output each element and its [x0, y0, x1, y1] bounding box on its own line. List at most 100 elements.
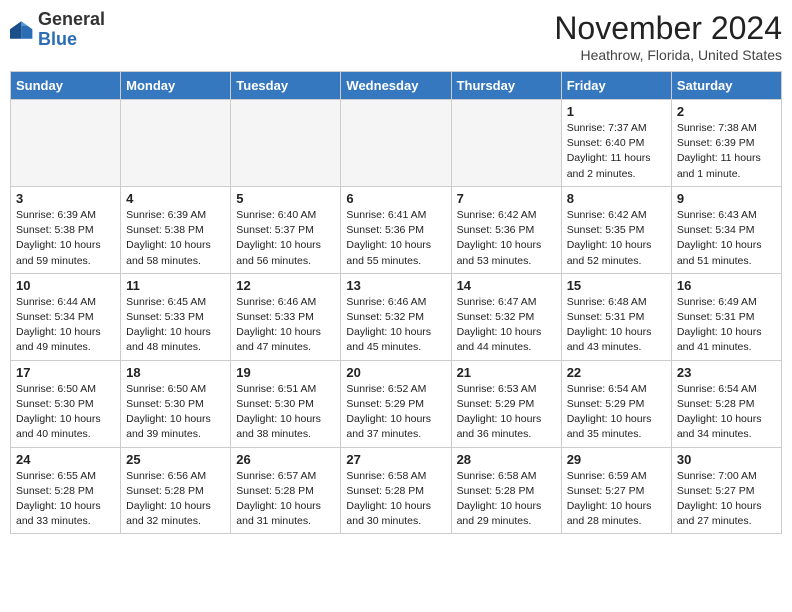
day-number: 29	[567, 452, 666, 467]
sunset: Sunset: 5:32 PM	[346, 311, 424, 323]
sunrise: Sunrise: 6:49 AM	[677, 296, 757, 308]
calendar-day: 10Sunrise: 6:44 AMSunset: 5:34 PMDayligh…	[11, 273, 121, 360]
day-number: 10	[16, 278, 115, 293]
sunset: Sunset: 5:27 PM	[677, 485, 755, 497]
sunset: Sunset: 5:33 PM	[236, 311, 314, 323]
sunset: Sunset: 5:29 PM	[567, 398, 645, 410]
sunset: Sunset: 5:29 PM	[346, 398, 424, 410]
sunrise: Sunrise: 6:59 AM	[567, 470, 647, 482]
daylight: Daylight: 10 hours and 44 minutes.	[457, 326, 542, 353]
day-info: Sunrise: 6:45 AMSunset: 5:33 PMDaylight:…	[126, 295, 225, 356]
calendar-day: 23Sunrise: 6:54 AMSunset: 5:28 PMDayligh…	[671, 360, 781, 447]
calendar-day: 12Sunrise: 6:46 AMSunset: 5:33 PMDayligh…	[231, 273, 341, 360]
daylight: Daylight: 11 hours and 2 minutes.	[567, 152, 651, 179]
title-block: November 2024 Heathrow, Florida, United …	[554, 10, 782, 63]
location: Heathrow, Florida, United States	[554, 47, 782, 63]
sunrise: Sunrise: 6:50 AM	[16, 383, 96, 395]
calendar-day: 30Sunrise: 7:00 AMSunset: 5:27 PMDayligh…	[671, 447, 781, 534]
calendar-day: 14Sunrise: 6:47 AMSunset: 5:32 PMDayligh…	[451, 273, 561, 360]
daylight: Daylight: 10 hours and 47 minutes.	[236, 326, 321, 353]
day-info: Sunrise: 6:40 AMSunset: 5:37 PMDaylight:…	[236, 208, 335, 269]
calendar-day	[121, 100, 231, 187]
sunrise: Sunrise: 6:56 AM	[126, 470, 206, 482]
calendar-day: 19 Sunrise: 6:51 AMSunset: 5:30 PMDayligh…	[231, 360, 341, 447]
day-info: Sunrise: 6:59 AM Sunset: 5:27 PM Daylight:…	[567, 469, 666, 530]
day-number: 16	[677, 278, 776, 293]
daylight: Daylight: 10 hours and 49 minutes.	[16, 326, 101, 353]
sunrise: Sunrise: 7:37 AM	[567, 122, 647, 134]
day-info: Sunrise: 6:50 AMSunset: 5:30 PMDaylight:…	[16, 382, 115, 443]
sunrise: Sunrise: 7:00 AM	[677, 470, 757, 482]
sunset: Sunset: 5:30 PM	[236, 398, 314, 410]
day-number: 17	[16, 365, 115, 380]
calendar-day	[231, 100, 341, 187]
daylight: Daylight: 10 hours and 52 minutes.	[567, 239, 652, 266]
sunset: Sunset: 5:35 PM	[567, 224, 645, 236]
daylight: Daylight: 10 hours and 58 minutes.	[126, 239, 211, 266]
sunset: Sunset: 5:31 PM	[677, 311, 755, 323]
day-number: 21	[457, 365, 556, 380]
sunrise: Sunrise: 6:45 AM	[126, 296, 206, 308]
daylight: Daylight: 10 hours and 53 minutes.	[457, 239, 542, 266]
weekday-header-tuesday: Tuesday	[231, 72, 341, 100]
logo-text: General Blue	[38, 10, 105, 50]
daylight: Daylight: 10 hours and 31 minutes.	[236, 500, 321, 527]
daylight: Daylight: 10 hours and 27 minutes.	[677, 500, 762, 527]
sunset: Sunset: 5:36 PM	[457, 224, 535, 236]
calendar-week-row: 1Sunrise: 7:37 AMSunset: 6:40 PMDaylight…	[11, 100, 782, 187]
day-info: Sunrise: 6:42 AMSunset: 5:36 PMDaylight:…	[457, 208, 556, 269]
calendar-day: 24Sunrise: 6:55 AMSunset: 5:28 PMDayligh…	[11, 447, 121, 534]
day-info: Sunrise: 6:57 AMSunset: 5:28 PMDaylight:…	[236, 469, 335, 530]
calendar-day: 15Sunrise: 6:48 AMSunset: 5:31 PMDayligh…	[561, 273, 671, 360]
weekday-header-friday: Friday	[561, 72, 671, 100]
sunrise: Sunrise: 6:48 AM	[567, 296, 647, 308]
day-info: Sunrise: 6:47 AMSunset: 5:32 PMDaylight:…	[457, 295, 556, 356]
sunset: Sunset: 5:27 PM	[567, 485, 645, 497]
calendar-day: 3Sunrise: 6:39 AMSunset: 5:38 PMDaylight…	[11, 186, 121, 273]
daylight: Daylight: 10 hours and 55 minutes.	[346, 239, 431, 266]
sunset: Sunset: 5:34 PM	[677, 224, 755, 236]
sunrise: Sunrise: 6:40 AM	[236, 209, 316, 221]
day-info: Sunrise: 6:55 AMSunset: 5:28 PMDaylight:…	[16, 469, 115, 530]
sunrise: Sunrise: 6:46 AM	[236, 296, 316, 308]
calendar-week-row: 10Sunrise: 6:44 AMSunset: 5:34 PMDayligh…	[11, 273, 782, 360]
sunset: Sunset: 5:28 PM	[457, 485, 535, 497]
calendar-day: 28Sunrise: 6:58 AMSunset: 5:28 PMDayligh…	[451, 447, 561, 534]
sunrise: Sunrise: 6:41 AM	[346, 209, 426, 221]
day-info: Sunrise: 6:50 AMSunset: 5:30 PMDaylight:…	[126, 382, 225, 443]
sunrise: Sunrise: 6:58 AM	[457, 470, 537, 482]
daylight: Daylight: 10 hours and 38 minutes.	[236, 413, 321, 440]
page-header: General Blue November 2024 Heathrow, Flo…	[10, 10, 782, 63]
calendar-table: SundayMondayTuesdayWednesdayThursdayFrid…	[10, 71, 782, 534]
day-info: Sunrise: 6:51 AMSunset: 5:30 PMDaylight:…	[236, 382, 335, 443]
daylight: Daylight: 10 hours and 45 minutes.	[346, 326, 431, 353]
daylight: Daylight: 10 hours and 43 minutes.	[567, 326, 652, 353]
sunset: Sunset: 6:40 PM	[567, 137, 645, 149]
sunrise: Sunrise: 6:39 AM	[16, 209, 96, 221]
daylight: Daylight: 10 hours and 34 minutes.	[677, 413, 762, 440]
sunrise: Sunrise: 6:47 AM	[457, 296, 537, 308]
day-number: 22	[567, 365, 666, 380]
day-number: 28	[457, 452, 556, 467]
daylight: Daylight: 10 hours and 39 minutes.	[126, 413, 211, 440]
day-number: 3	[16, 191, 115, 206]
logo-icon	[10, 18, 34, 42]
day-number: 6	[346, 191, 445, 206]
calendar-day: 29 Sunrise: 6:59 AM Sunset: 5:27 PM Dayligh…	[561, 447, 671, 534]
calendar-day: 17 Sunrise: 6:50 AMSunset: 5:30 PMDayligh…	[11, 360, 121, 447]
calendar-day: 2Sunrise: 7:38 AMSunset: 6:39 PMDaylight…	[671, 100, 781, 187]
day-info: Sunrise: 6:58 AMSunset: 5:28 PMDaylight:…	[346, 469, 445, 530]
sunset: Sunset: 5:28 PM	[126, 485, 204, 497]
sunset: Sunset: 5:29 PM	[457, 398, 535, 410]
day-info: Sunrise: 6:49 AM Sunset: 5:31 PM Daylight:…	[677, 295, 776, 356]
weekday-header-saturday: Saturday	[671, 72, 781, 100]
sunrise: Sunrise: 6:44 AM	[16, 296, 96, 308]
day-number: 25	[126, 452, 225, 467]
day-info: Sunrise: 6:54 AMSunset: 5:28 PMDaylight:…	[677, 382, 776, 443]
day-info: Sunrise: 6:58 AMSunset: 5:28 PMDaylight:…	[457, 469, 556, 530]
day-number: 19	[236, 365, 335, 380]
calendar-day: 20Sunrise: 6:52 AMSunset: 5:29 PMDayligh…	[341, 360, 451, 447]
daylight: Daylight: 10 hours and 41 minutes.	[677, 326, 762, 353]
daylight: Daylight: 10 hours and 28 minutes.	[567, 500, 652, 527]
month-title: November 2024	[554, 10, 782, 47]
